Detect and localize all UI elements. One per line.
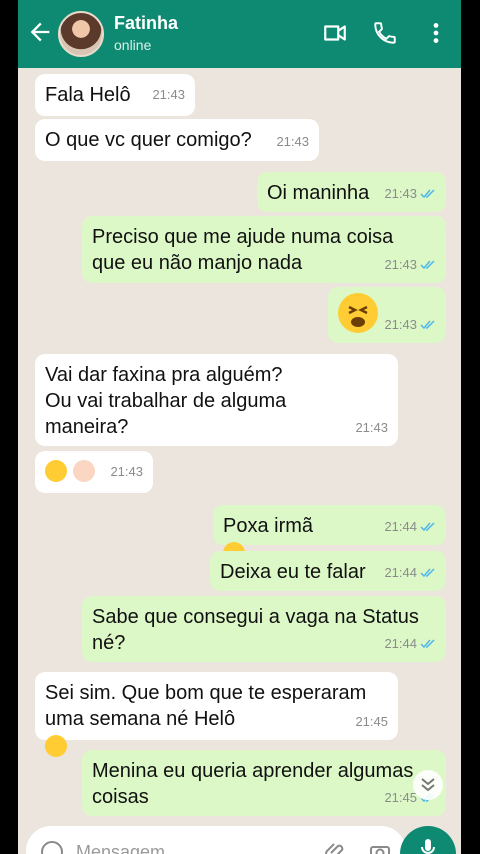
message-outgoing[interactable]: Sabe que consegui a vaga na Status né? 2… [82,596,446,662]
chat-screen: Fatinha online Fala Helô 21:43 O que vc … [18,0,461,854]
message-outgoing[interactable]: Oi maninha 21:43 [257,172,446,212]
message-time: 21:43 [152,87,185,102]
scroll-to-bottom-button[interactable] [413,770,443,800]
mic-button[interactable] [400,826,456,854]
message-outgoing[interactable]: Poxa irmã 21:44 [213,505,446,590]
message-incoming[interactable]: 21:43 [35,451,153,493]
mic-icon [421,839,435,854]
message-outgoing[interactable]: Preciso que me ajude numa coisa que eu n… [82,216,446,283]
read-ticks-icon [420,639,435,649]
grinning-sweat-emoji-icon [45,459,67,482]
double-chevron-down-icon [421,778,435,792]
message-time: 21:43 [276,134,309,149]
tired-face-emoji-icon [45,734,67,757]
message-outgoing[interactable]: 21:43 [328,287,446,343]
read-ticks-icon [420,568,435,578]
contact-name[interactable]: Fatinha [114,13,178,34]
message-time: 21:44 [384,636,417,651]
message-time: 21:43 [384,186,417,201]
message-time: 21:43 [384,257,417,272]
camera-icon[interactable] [368,840,392,854]
emoji-icon[interactable] [40,840,64,854]
message-incoming[interactable]: Vai dar faxina pra alguém? Ou vai trabal… [35,354,398,446]
message-time: 21:45 [355,714,388,729]
message-incoming[interactable]: Fala Helô 21:43 [35,74,195,116]
read-ticks-icon [420,260,435,270]
message-time: 21:43 [355,420,388,435]
message-incoming[interactable]: Sei sim. Que bom que te esperaram uma se… [35,672,398,757]
message-time: 21:43 [110,464,143,479]
message-outgoing[interactable]: Menina eu queria aprender algumas coisas… [82,750,446,816]
message-time: 21:44 [384,565,417,580]
woman-facepalming-emoji-icon [72,459,95,482]
message-time: 21:44 [384,519,417,534]
video-call-icon[interactable] [322,20,348,46]
avatar[interactable] [58,11,104,57]
message-time: 21:43 [384,317,417,332]
message-input[interactable]: Mensagem [76,842,165,854]
chat-header: Fatinha online [18,0,461,68]
read-ticks-icon [420,522,435,532]
phone-icon[interactable] [372,20,398,46]
more-options-icon[interactable] [423,20,449,46]
read-ticks-icon [420,320,435,330]
message-composer[interactable]: Mensagem [26,826,406,854]
tired-face-emoji-icon [338,293,378,333]
read-ticks-icon [420,189,435,199]
message-outgoing[interactable]: Deixa eu te falar 21:44 [210,551,446,591]
attach-icon[interactable] [324,840,348,854]
contact-status: online [114,37,152,53]
back-arrow-icon[interactable] [26,18,54,46]
message-incoming[interactable]: O que vc quer comigo? 21:43 [35,119,319,161]
